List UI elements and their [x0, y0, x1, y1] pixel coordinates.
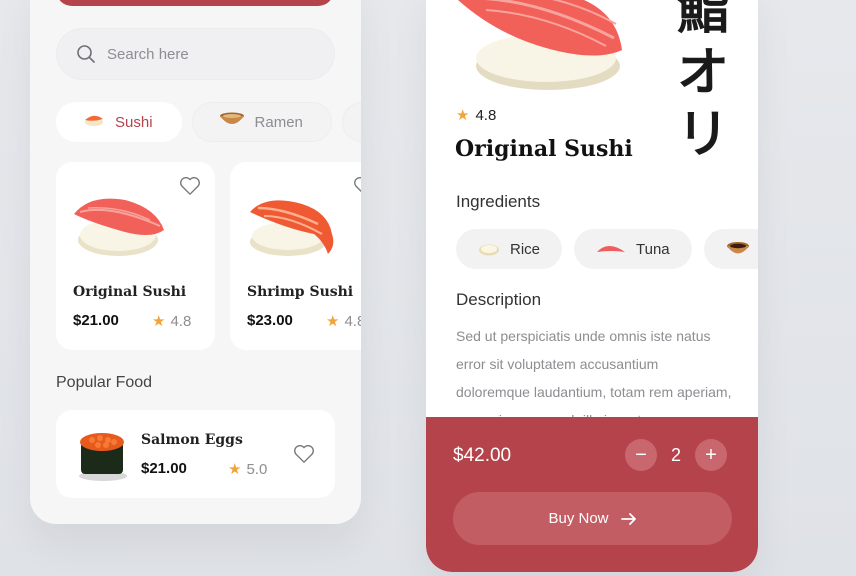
buy-label: Buy Now	[548, 510, 609, 527]
ingredient-chip[interactable]: S	[703, 229, 758, 269]
tuna-sushi-image	[74, 198, 164, 256]
ingredients-title: Ingredients	[456, 192, 541, 211]
quantity-stepper: − 2 +	[625, 439, 727, 471]
arrow-right-icon	[620, 512, 636, 525]
salmon-eggs-image	[79, 433, 127, 481]
tab-more[interactable]	[341, 102, 361, 142]
plus-icon: +	[705, 443, 717, 466]
food-rating: ★4.8	[326, 312, 361, 331]
home-screen: Sushi Ramen Original Sushi $21.00 ★4.8	[30, 0, 361, 524]
tab-ramen[interactable]: Ramen	[191, 102, 332, 142]
food-card[interactable]: Original Sushi $21.00 ★ 4.8	[56, 162, 215, 350]
jp-char: 鮨	[676, 0, 729, 41]
search-bar[interactable]	[56, 28, 335, 80]
star-icon: ★	[228, 461, 242, 478]
food-price: $23.00	[247, 312, 293, 329]
food-card[interactable]: Shrimp Sushi $23.00 ★4.8	[230, 162, 361, 350]
quantity-value: 2	[670, 444, 681, 465]
popular-item[interactable]: Salmon Eggs $21.00 ★ 5.0	[56, 410, 335, 498]
heart-icon[interactable]	[293, 444, 315, 464]
shrimp-sushi-image	[250, 200, 334, 256]
ingredient-label: Tuna	[636, 240, 670, 258]
category-tabs: Sushi Ramen	[56, 102, 361, 142]
minus-icon: −	[635, 443, 647, 466]
food-price: $21.00	[73, 312, 119, 329]
buy-now-button[interactable]: Buy Now	[453, 492, 732, 545]
food-price: $21.00	[141, 460, 187, 477]
rice-icon	[479, 244, 499, 256]
total-price: $42.00	[453, 445, 512, 466]
tab-label: Sushi	[115, 113, 153, 131]
search-input[interactable]	[107, 45, 307, 63]
star-icon: ★	[326, 313, 340, 330]
rating-value: 4.8	[475, 106, 497, 124]
description-title: Description	[456, 290, 542, 309]
jp-char: オ	[676, 43, 729, 103]
ingredient-label: Rice	[510, 240, 541, 258]
hero-sushi-image	[458, 0, 622, 90]
tab-label: Ramen	[254, 113, 303, 131]
food-cards: Original Sushi $21.00 ★ 4.8 Shrimp Sushi …	[56, 162, 361, 352]
rating-value: 4.8	[170, 312, 192, 330]
ingredients-list: Rice Tuna S	[456, 229, 758, 269]
ramen-bowl-icon	[219, 112, 245, 132]
rating-value: 5.0	[246, 460, 268, 478]
detail-screen: 鮨 オ リ ★ 4.8 Original Sushi Ingredients Ri…	[426, 0, 758, 572]
food-name: Salmon Eggs	[141, 432, 243, 448]
banner-edge	[56, 0, 334, 6]
japanese-title: 鮨 オ リ	[672, 0, 734, 166]
decrease-button[interactable]: −	[625, 439, 657, 471]
ingredient-chip[interactable]: Rice	[456, 229, 563, 269]
rating-value: 4.8	[344, 312, 361, 330]
food-name: Original Sushi	[73, 284, 187, 300]
heart-icon[interactable]	[353, 176, 361, 196]
sushi-icon	[83, 113, 105, 131]
detail-rating: ★ 4.8	[456, 106, 497, 125]
food-name: Shrimp Sushi	[247, 284, 354, 300]
section-title: Popular Food	[56, 374, 153, 391]
heart-icon[interactable]	[179, 176, 201, 196]
star-icon: ★	[152, 313, 166, 330]
ingredient-chip[interactable]: Tuna	[574, 229, 692, 269]
food-rating: ★ 5.0	[228, 460, 268, 479]
tab-sushi[interactable]: Sushi	[56, 102, 182, 142]
search-icon	[75, 43, 97, 65]
tuna-icon	[597, 246, 626, 252]
star-icon: ★	[456, 107, 470, 124]
food-rating: ★4.8	[152, 312, 192, 331]
jp-char: リ	[676, 105, 729, 165]
description-text: Sed ut perspiciatis unde omnis iste natu…	[456, 328, 732, 418]
soy-sauce-icon	[726, 242, 749, 254]
detail-title: Original Sushi	[455, 136, 633, 162]
purchase-panel: $42.00 − 2 + Buy Now	[426, 417, 758, 572]
increase-button[interactable]: +	[695, 439, 727, 471]
